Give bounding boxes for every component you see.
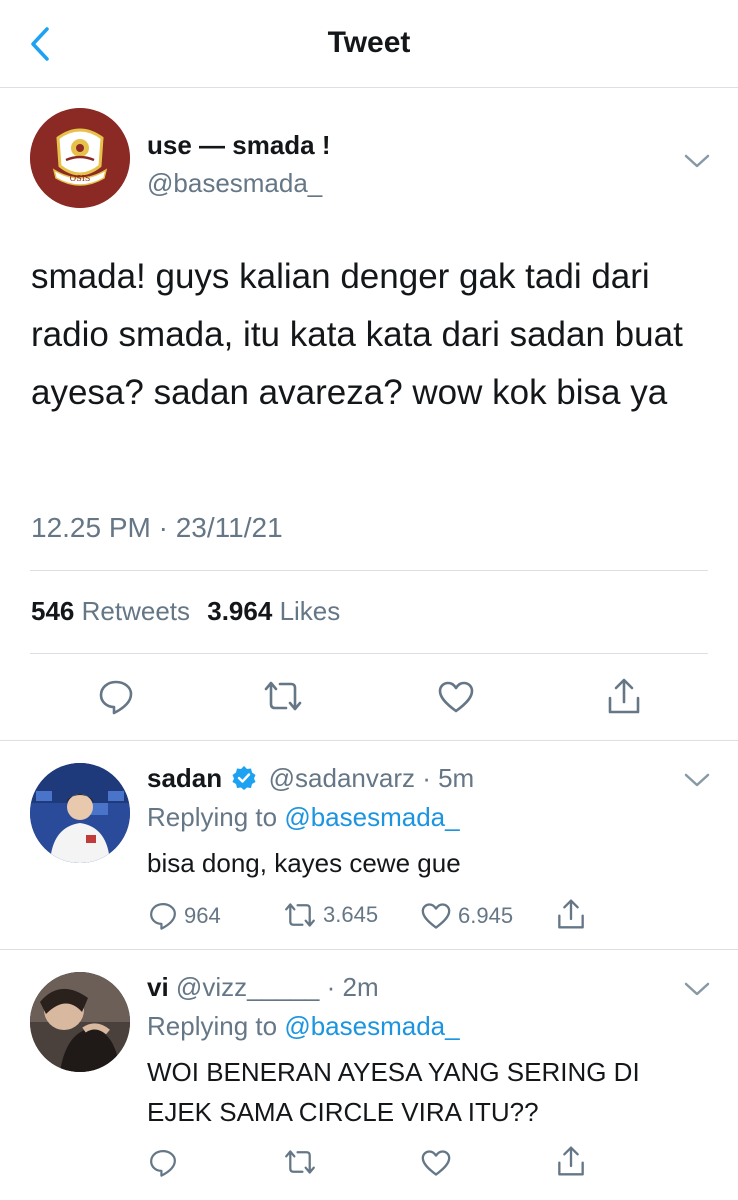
retweet-button[interactable]: 3.645 <box>283 902 378 928</box>
share-icon <box>558 1146 584 1176</box>
divider <box>30 570 708 571</box>
heart-icon <box>421 1150 451 1176</box>
replying-to-mention[interactable]: @basesmada_ <box>284 802 459 832</box>
share-button[interactable] <box>556 897 586 931</box>
author-handle[interactable]: @basesmada_ <box>147 168 322 199</box>
replying-to-prefix: Replying to <box>147 1011 278 1041</box>
top-nav-bar: Tweet <box>0 0 738 88</box>
user-photo-icon <box>30 972 130 1072</box>
reply-options-button[interactable] <box>682 978 712 1000</box>
reply-options-button[interactable] <box>682 769 712 791</box>
like-button[interactable]: 6.945 <box>420 902 513 930</box>
retweet-button[interactable] <box>262 680 304 712</box>
reply-header: vi @vizz_____ · 2m <box>147 972 379 1003</box>
share-icon <box>608 678 640 714</box>
reply-text: bisa dong, kayes cewe gue <box>147 848 461 878</box>
reply-icon <box>150 1150 176 1177</box>
chevron-down-icon <box>684 154 710 168</box>
reply-time: · 5m <box>422 763 475 793</box>
retweet-button[interactable] <box>283 1149 317 1175</box>
share-icon <box>558 899 584 929</box>
author-name[interactable]: use — smada ! <box>147 130 331 161</box>
share-button[interactable] <box>556 1144 586 1178</box>
reply-time: · 2m <box>326 972 379 1002</box>
replying-to: Replying to @basesmada_ <box>147 802 460 833</box>
retweets-count[interactable]: 546 <box>31 596 74 626</box>
reply-author-handle[interactable]: @vizz_____ <box>176 972 319 1002</box>
reply-button[interactable]: 964 <box>148 901 221 931</box>
replying-to: Replying to @basesmada_ <box>147 1011 460 1042</box>
reply-tweet[interactable]: sadan @sadanvarz · 5m Replying to @bases… <box>0 741 738 949</box>
like-button[interactable] <box>437 680 475 714</box>
heart-icon <box>421 903 451 929</box>
reply-text: WOI BENERAN AYESA YANG SERING DI EJEK SA… <box>147 1057 640 1127</box>
tweet-text: smada! guys kalian denger gak tadi dari … <box>31 257 683 412</box>
likes-count[interactable]: 3.964 <box>207 596 272 626</box>
divider <box>30 653 708 654</box>
replying-to-prefix: Replying to <box>147 802 278 832</box>
reply-author-name[interactable]: sadan <box>147 763 222 793</box>
tweet-options-button[interactable] <box>682 150 712 172</box>
retweet-count: 3.645 <box>323 902 379 927</box>
reply-author-name[interactable]: vi <box>147 972 169 1002</box>
reply-avatar[interactable] <box>30 972 130 1072</box>
emblem-text: OSIS <box>70 174 91 183</box>
reply-icon <box>150 903 176 930</box>
chevron-down-icon <box>684 773 710 787</box>
like-count: 6.945 <box>458 903 514 928</box>
retweet-icon <box>264 681 302 711</box>
tweet-stats: 546 Retweets 3.964 Likes <box>31 596 340 627</box>
tweet-timestamp: 12.25 PM · 23/11/21 <box>31 512 283 543</box>
reply-author-handle[interactable]: @sadanvarz <box>269 763 415 793</box>
reply-avatar[interactable] <box>30 763 130 863</box>
author-avatar[interactable]: OSIS <box>30 108 130 208</box>
tweet-action-bar <box>0 672 738 722</box>
replying-to-mention[interactable]: @basesmada_ <box>284 1011 459 1041</box>
chevron-down-icon <box>684 982 710 996</box>
user-photo-icon <box>30 763 130 863</box>
retweet-icon <box>285 903 315 927</box>
reply-tweet[interactable]: vi @vizz_____ · 2m Replying to @basesmad… <box>0 950 738 1200</box>
reply-count: 964 <box>184 903 221 928</box>
reply-header: sadan @sadanvarz · 5m <box>147 763 474 794</box>
likes-label[interactable]: Likes <box>280 596 341 626</box>
page-title: Tweet <box>327 26 411 59</box>
share-button[interactable] <box>606 676 642 716</box>
heart-icon <box>438 681 474 713</box>
verified-badge-icon <box>232 766 256 790</box>
like-button[interactable] <box>420 1149 452 1177</box>
retweets-label[interactable]: Retweets <box>82 596 190 626</box>
school-emblem-icon: OSIS <box>30 108 130 208</box>
reply-button[interactable] <box>97 678 135 716</box>
reply-button[interactable] <box>148 1148 178 1178</box>
reply-icon <box>99 680 133 715</box>
retweet-icon <box>285 1150 315 1174</box>
